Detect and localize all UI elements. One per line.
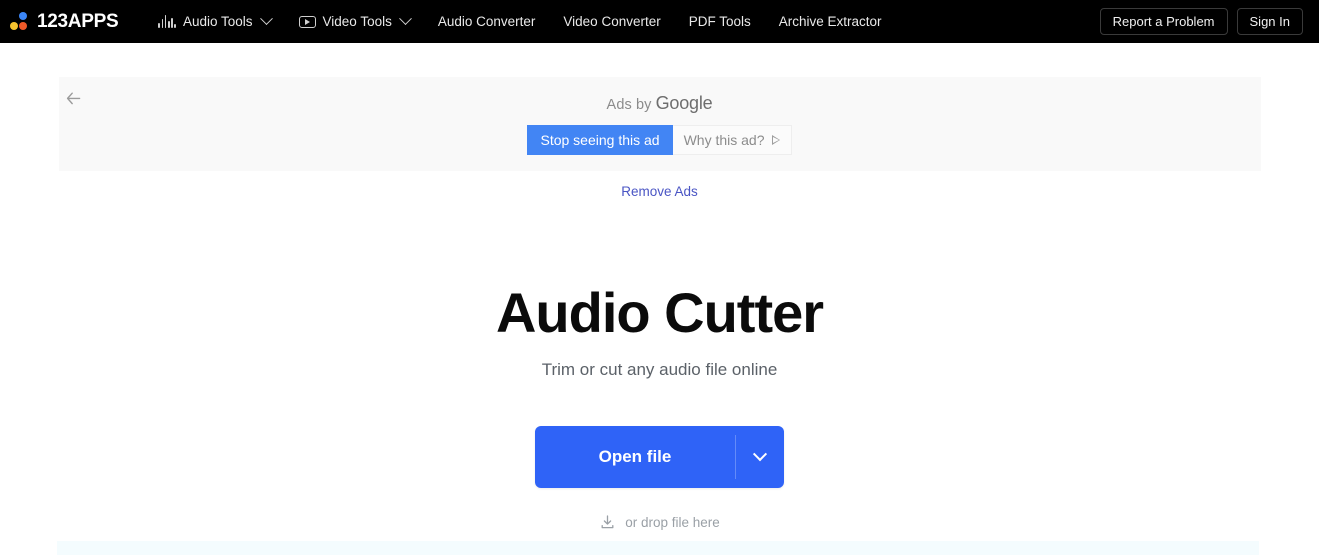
triangle-info-icon <box>771 135 780 145</box>
google-brand-text: Google <box>655 93 713 113</box>
nav-label-pdf-tools: PDF Tools <box>688 14 751 29</box>
logo-dot-blue-icon <box>19 12 27 20</box>
sign-in-button[interactable]: Sign In <box>1236 8 1303 35</box>
logo-dots-icon <box>10 12 29 31</box>
drop-file-label: or drop file here <box>625 515 720 530</box>
stop-seeing-this-ad-button[interactable]: Stop seeing this ad <box>527 125 673 155</box>
main-nav: Audio Tools Video Tools Audio Converter … <box>144 0 895 43</box>
ad-banner: Ads by Google Stop seeing this ad Why th… <box>58 77 1261 171</box>
nav-label-video-converter: Video Converter <box>563 14 661 29</box>
nav-label-audio-tools: Audio Tools <box>182 14 253 29</box>
video-play-icon <box>298 15 316 28</box>
nav-item-pdf-tools[interactable]: PDF Tools <box>675 0 765 43</box>
open-file-button-group: Open file <box>534 426 785 488</box>
remove-ads-link[interactable]: Remove Ads <box>59 184 1261 199</box>
nav-label-archive-extractor: Archive Extractor <box>778 14 882 29</box>
bottom-section-band <box>57 541 1259 555</box>
chevron-down-icon <box>398 12 412 26</box>
chevron-down-icon <box>753 447 768 462</box>
page-subtitle: Trim or cut any audio file online <box>541 360 778 379</box>
drop-file-hint[interactable]: or drop file here <box>0 514 1319 531</box>
header-actions: Report a Problem Sign In <box>1099 0 1303 43</box>
ad-action-row: Stop seeing this ad Why this ad? <box>527 125 792 155</box>
logo-dot-orange-icon <box>19 22 27 30</box>
chevron-down-icon <box>259 12 273 26</box>
arrow-left-icon[interactable] <box>63 87 85 109</box>
nav-item-video-tools[interactable]: Video Tools <box>285 0 424 43</box>
nav-label-video-tools: Video Tools <box>322 14 392 29</box>
logo-text: 123APPS <box>37 10 119 32</box>
open-file-button[interactable]: Open file <box>535 426 736 488</box>
report-problem-button[interactable]: Report a Problem <box>1099 8 1228 35</box>
logo-dot-yellow-icon <box>10 22 18 30</box>
equalizer-icon <box>158 15 176 28</box>
main-content: Audio Cutter Trim or cut any audio file … <box>0 285 1319 531</box>
ads-by-prefix: Ads by <box>606 97 656 113</box>
nav-item-video-converter[interactable]: Video Converter <box>549 0 674 43</box>
page-title: Audio Cutter <box>495 281 824 344</box>
nav-label-audio-converter: Audio Converter <box>437 14 536 29</box>
download-icon <box>601 515 614 529</box>
why-this-ad-label: Why this ad? <box>683 132 765 148</box>
site-header: 123APPS Audio Tools Video Tools Audio Co… <box>0 0 1319 43</box>
nav-item-audio-tools[interactable]: Audio Tools <box>144 0 284 43</box>
open-file-dropdown-button[interactable] <box>736 426 784 488</box>
ads-by-google-label: Ads by Google <box>607 93 713 114</box>
nav-item-archive-extractor[interactable]: Archive Extractor <box>765 0 896 43</box>
open-file-row: Open file <box>0 426 1319 488</box>
why-this-ad-button[interactable]: Why this ad? <box>672 125 792 155</box>
ad-region: Ads by Google Stop seeing this ad Why th… <box>58 77 1261 199</box>
logo-123apps[interactable]: 123APPS <box>10 10 119 33</box>
nav-item-audio-converter[interactable]: Audio Converter <box>424 0 550 43</box>
